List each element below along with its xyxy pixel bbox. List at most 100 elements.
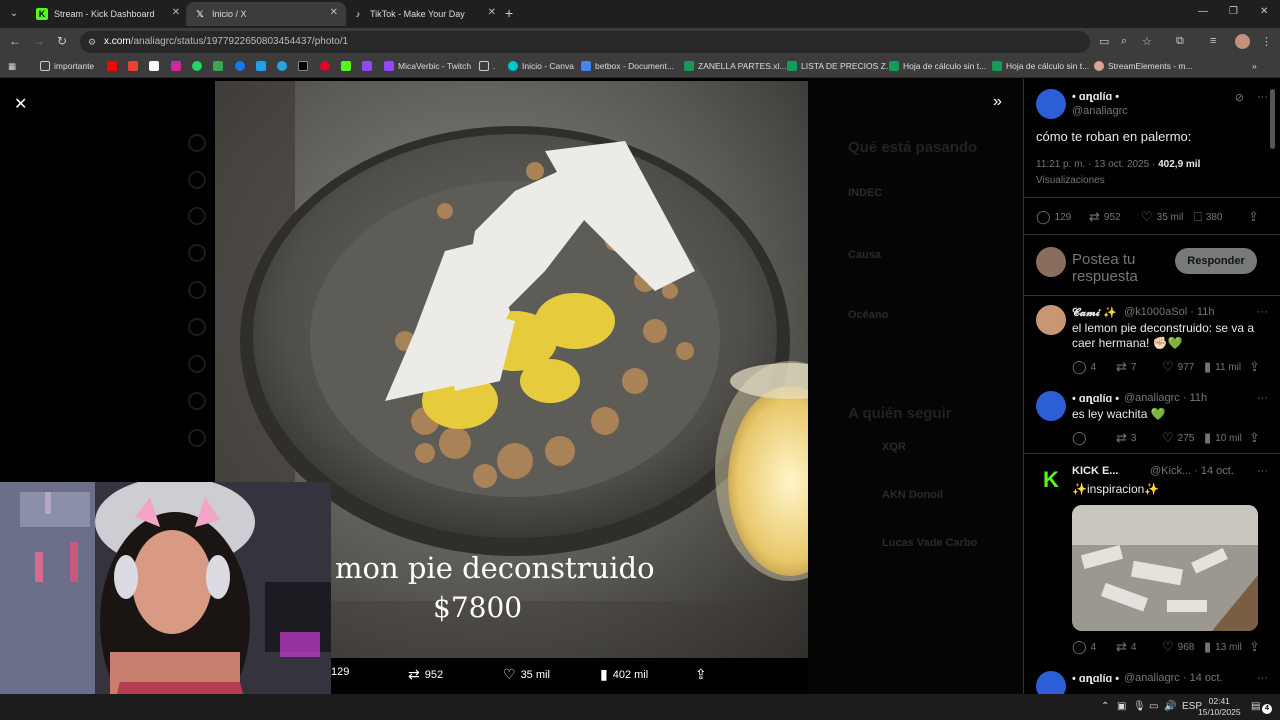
restore-button[interactable]: ❐ bbox=[1229, 6, 1238, 17]
reply-button[interactable]: ◯ 4 bbox=[1072, 359, 1096, 375]
minimize-button[interactable]: — bbox=[1198, 6, 1208, 17]
like-button[interactable]: ♡ 968 bbox=[1162, 639, 1194, 655]
reply-button[interactable]: ◯ 129 bbox=[1036, 209, 1071, 225]
browser-menu-icon[interactable]: ⋮ bbox=[1261, 35, 1272, 48]
author-name[interactable]: • ɑղɑlíɑ • bbox=[1072, 90, 1119, 103]
bookmark-betbox[interactable]: betbox - Document... bbox=[581, 61, 674, 71]
bookmark-streamelements[interactable]: StreamElements - m... bbox=[1094, 61, 1193, 71]
views-button[interactable]: ▮ 11 mil bbox=[1204, 359, 1241, 375]
network-icon[interactable]: ▭ bbox=[1149, 701, 1158, 712]
tray-overflow-icon[interactable]: ⌃ bbox=[1101, 701, 1109, 712]
reply-author-handle[interactable]: @Kick... · 14 oct. bbox=[1150, 465, 1234, 477]
telegram-icon[interactable] bbox=[277, 61, 287, 71]
pinterest-icon[interactable] bbox=[320, 61, 330, 71]
like-button[interactable]: ♡ 35 mil bbox=[1141, 209, 1183, 225]
avatar[interactable] bbox=[1036, 671, 1066, 694]
reply-author-handle[interactable]: @k1000aSol · 11h bbox=[1124, 306, 1214, 318]
bookmark-hoja1[interactable]: Hoja de cálculo sin t... bbox=[889, 61, 986, 71]
more-bookmarks-icon[interactable]: » bbox=[1252, 61, 1257, 71]
reply-button[interactable]: ◯ bbox=[1072, 430, 1087, 446]
close-tab-icon[interactable]: ✕ bbox=[330, 7, 338, 18]
avatar[interactable] bbox=[1036, 89, 1066, 119]
photo-reply-button[interactable]: 129 bbox=[331, 666, 349, 678]
youtube-icon[interactable] bbox=[107, 61, 117, 71]
extensions-icon[interactable]: ⧉ bbox=[1176, 35, 1184, 48]
facebook-icon[interactable] bbox=[235, 61, 245, 71]
reply-button[interactable]: ◯ 4 bbox=[1072, 639, 1096, 655]
reply-submit-button[interactable]: Responder bbox=[1175, 248, 1257, 274]
tab-tiktok[interactable]: ♪ TikTok - Make Your Day ✕ bbox=[344, 2, 504, 26]
views-button[interactable]: ▮ 10 mil bbox=[1204, 430, 1242, 446]
grok-icon[interactable]: ⊘ bbox=[1235, 91, 1244, 104]
repost-button[interactable]: ⇄ 3 bbox=[1116, 430, 1136, 446]
more-options-icon[interactable]: ··· bbox=[1257, 392, 1268, 404]
reply-media-image[interactable] bbox=[1072, 505, 1258, 631]
apps-grid-icon[interactable]: ▦ bbox=[8, 61, 16, 72]
close-photo-icon[interactable]: ✕ bbox=[14, 94, 27, 114]
reply-author-name[interactable]: • ɑղɑlíɑ • bbox=[1072, 672, 1119, 685]
bookmark-hoja2[interactable]: Hoja de cálculo sin t... bbox=[992, 61, 1089, 71]
zoom-icon[interactable]: ⌕ bbox=[1121, 35, 1127, 48]
tiktok-bookmark-icon[interactable] bbox=[298, 61, 308, 71]
avatar[interactable] bbox=[1036, 391, 1066, 421]
kick-avatar[interactable]: K bbox=[1036, 465, 1066, 495]
views-button[interactable]: ▮ 13 mil bbox=[1204, 639, 1242, 655]
share-button[interactable]: ⇪ bbox=[1249, 359, 1260, 375]
panel-scrollbar[interactable] bbox=[1270, 89, 1275, 149]
back-icon[interactable]: ← bbox=[9, 34, 21, 48]
reply-author-name[interactable]: • ɑղɑlíɑ • bbox=[1072, 392, 1119, 405]
microphone-icon[interactable]: 🎙 bbox=[1133, 701, 1146, 712]
reply-author-handle[interactable]: @analiagrc · 11h bbox=[1124, 392, 1207, 404]
site-info-icon[interactable]: ⚙ bbox=[88, 31, 96, 53]
new-tab-button[interactable]: + bbox=[505, 5, 513, 21]
more-options-icon[interactable]: ··· bbox=[1257, 91, 1268, 103]
more-options-icon[interactable]: ··· bbox=[1257, 672, 1268, 684]
forward-icon[interactable]: → bbox=[33, 34, 45, 48]
media-control-icon[interactable]: ≡ bbox=[1210, 35, 1216, 47]
install-app-icon[interactable]: ▭ bbox=[1099, 35, 1109, 48]
close-window-button[interactable]: ✕ bbox=[1260, 6, 1268, 17]
share-button[interactable]: ⇪ bbox=[1248, 209, 1259, 225]
drive-icon[interactable] bbox=[213, 61, 223, 71]
bookmark-app-icon[interactable] bbox=[256, 61, 266, 71]
avatar[interactable] bbox=[1036, 305, 1066, 335]
like-button[interactable]: ♡ 977 bbox=[1162, 359, 1194, 375]
tray-app-icon[interactable]: ▣ bbox=[1117, 701, 1126, 712]
volume-icon[interactable]: 🔊 bbox=[1164, 701, 1176, 712]
bookmark-star-icon[interactable]: ☆ bbox=[1142, 35, 1152, 48]
notification-icon[interactable]: ▤ bbox=[1251, 701, 1260, 712]
clock[interactable]: 02:41 15/10/2025 bbox=[1198, 696, 1241, 718]
bookmark-folder-dot[interactable]: . bbox=[479, 61, 495, 71]
share-button[interactable]: ⇪ bbox=[1249, 430, 1260, 446]
more-options-icon[interactable]: ··· bbox=[1257, 306, 1268, 318]
photo-like-button[interactable]: ♡ 35 mil bbox=[503, 666, 550, 683]
tab-x-home[interactable]: 𝕏 Inicio / X ✕ bbox=[186, 2, 346, 26]
more-options-icon[interactable]: ··· bbox=[1257, 465, 1268, 477]
twitch-icon[interactable] bbox=[362, 61, 372, 71]
reply-author-handle[interactable]: @analiagrc · 14 oct. bbox=[1124, 672, 1223, 684]
close-tab-icon[interactable]: ✕ bbox=[488, 7, 496, 18]
close-tab-icon[interactable]: ✕ bbox=[172, 7, 180, 18]
photo-share-button[interactable]: ⇪ bbox=[695, 666, 707, 683]
address-bar[interactable]: ⚙ x.com/analiagrc/status/197792265080345… bbox=[80, 31, 1090, 53]
tab-search-icon[interactable]: ⌄ bbox=[6, 6, 22, 22]
repost-button[interactable]: ⇄ 7 bbox=[1116, 359, 1136, 375]
x-bookmark-icon[interactable] bbox=[149, 61, 159, 71]
bookmark-micaverbic[interactable]: MicaVerbic - Twitch bbox=[384, 61, 471, 71]
reply-author-name[interactable]: 𝓒𝓪𝓶𝓲 ✨ bbox=[1072, 306, 1117, 320]
author-handle[interactable]: @analiagrc bbox=[1072, 105, 1128, 117]
reply-author-name[interactable]: KICK E... bbox=[1072, 465, 1118, 477]
profile-avatar[interactable] bbox=[1235, 34, 1250, 49]
photo-views-button[interactable]: ▮ 402 mil bbox=[600, 666, 648, 683]
photo-repost-button[interactable]: ⇄ 952 bbox=[408, 666, 443, 683]
like-button[interactable]: ♡ 275 bbox=[1162, 430, 1194, 446]
instagram-icon[interactable] bbox=[171, 61, 181, 71]
bookmark-precios[interactable]: LISTA DE PRECIOS Z... bbox=[787, 61, 893, 71]
gmail-icon[interactable] bbox=[128, 61, 138, 71]
bookmark-canva[interactable]: Inicio - Canva bbox=[508, 61, 574, 71]
kick-bookmark-icon[interactable] bbox=[341, 61, 351, 71]
whatsapp-icon[interactable] bbox=[192, 61, 202, 71]
reply-input[interactable]: Postea tu respuesta bbox=[1072, 251, 1162, 285]
repost-button[interactable]: ⇄ 952 bbox=[1089, 209, 1121, 225]
share-button[interactable]: ⇪ bbox=[1249, 639, 1260, 655]
